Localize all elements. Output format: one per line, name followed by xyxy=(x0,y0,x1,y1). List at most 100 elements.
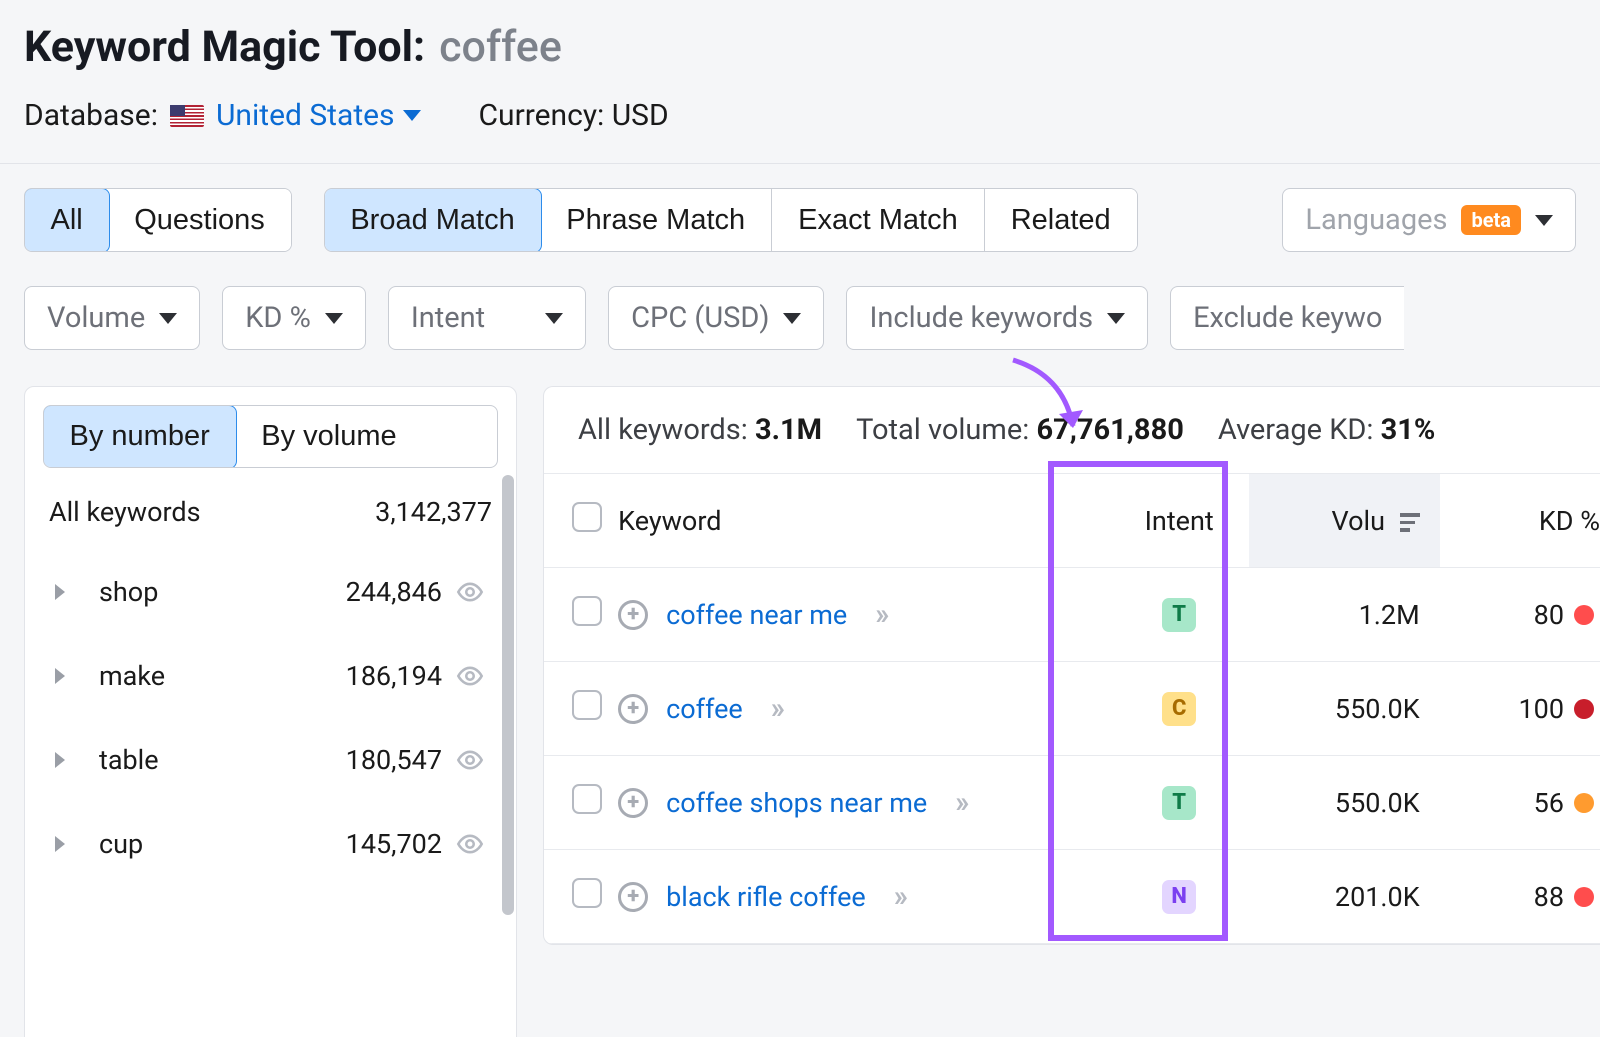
col-kd[interactable]: KD % xyxy=(1440,474,1600,568)
row-checkbox[interactable] xyxy=(572,596,602,626)
keyword-link[interactable]: coffee xyxy=(666,693,743,725)
kd-value: 88 xyxy=(1534,881,1564,913)
filter-kd[interactable]: KD % xyxy=(222,286,366,350)
scrollbar-thumb[interactable] xyxy=(502,475,514,915)
sidebar-item[interactable]: cup 145,702 xyxy=(25,802,516,886)
volume-cell: 550.0K xyxy=(1249,662,1439,756)
select-all-checkbox[interactable] xyxy=(572,502,602,532)
toolbar-row-filters: Volume KD % Intent CPC (USD) Include key… xyxy=(0,252,1600,370)
sort-by-volume[interactable]: By volume xyxy=(235,406,422,467)
tab-broad-match[interactable]: Broad Match xyxy=(324,188,542,252)
chevron-down-icon xyxy=(159,313,177,324)
add-keyword-icon[interactable]: + xyxy=(618,788,648,818)
eye-icon[interactable] xyxy=(456,578,492,606)
tab-exact-match[interactable]: Exact Match xyxy=(772,189,985,251)
tab-phrase-match[interactable]: Phrase Match xyxy=(540,189,772,251)
kd-dot-icon xyxy=(1574,887,1594,907)
keyword-groups-sidebar: By number By volume All keywords 3,142,3… xyxy=(24,386,517,1037)
table-row: + coffee shops near me ›› T 550.0K 56 xyxy=(544,756,1600,850)
currency-label: Currency: USD xyxy=(479,98,669,133)
row-checkbox[interactable] xyxy=(572,878,602,908)
page-title-value: coffee xyxy=(439,22,562,72)
filter-volume[interactable]: Volume xyxy=(24,286,200,350)
volume-cell: 1.2M xyxy=(1249,568,1439,662)
tab-questions[interactable]: Questions xyxy=(108,189,291,251)
group-count: 244,846 xyxy=(346,576,442,608)
tab-all[interactable]: All xyxy=(24,188,110,252)
row-checkbox[interactable] xyxy=(572,690,602,720)
sidebar-item[interactable]: shop 244,846 xyxy=(25,550,516,634)
sort-by-number[interactable]: By number xyxy=(43,405,237,468)
filter-cpc[interactable]: CPC (USD) xyxy=(608,286,824,350)
group-count: 145,702 xyxy=(346,828,442,860)
keyword-link[interactable]: coffee near me xyxy=(666,599,847,631)
chevron-right-icon xyxy=(55,752,65,768)
chevron-down-icon xyxy=(783,313,801,324)
chevron-down-icon xyxy=(403,110,421,121)
open-keyword-icon[interactable]: ›› xyxy=(875,597,885,632)
table-row: + coffee near me ›› T 1.2M 80 xyxy=(544,568,1600,662)
group-name: table xyxy=(99,744,332,776)
open-keyword-icon[interactable]: ›› xyxy=(894,879,904,914)
eye-icon[interactable] xyxy=(456,746,492,774)
all-questions-segment: All Questions xyxy=(24,188,292,252)
page-title-label: Keyword Magic Tool: xyxy=(24,22,425,72)
tab-related[interactable]: Related xyxy=(985,189,1137,251)
languages-label: Languages xyxy=(1305,203,1447,237)
sort-segment: By number By volume xyxy=(43,405,498,468)
filter-intent[interactable]: Intent xyxy=(388,286,586,350)
results-panel: All keywords: 3.1M Total volume: 67,761,… xyxy=(543,386,1600,945)
kd-value: 100 xyxy=(1518,693,1564,725)
languages-dropdown[interactable]: Languages beta xyxy=(1282,188,1576,252)
summary-all-keywords: 3.1M xyxy=(755,413,822,447)
open-keyword-icon[interactable]: ›› xyxy=(955,785,965,820)
filter-exclude[interactable]: Exclude keywo xyxy=(1170,286,1404,350)
summary-total-volume: 67,761,880 xyxy=(1036,413,1183,447)
summary-bar: All keywords: 3.1M Total volume: 67,761,… xyxy=(544,387,1600,473)
add-keyword-icon[interactable]: + xyxy=(618,882,648,912)
intent-badge: N xyxy=(1162,880,1196,914)
intent-badge: T xyxy=(1162,786,1196,820)
col-intent[interactable]: Intent xyxy=(1109,474,1249,568)
add-keyword-icon[interactable]: + xyxy=(618,694,648,724)
chevron-down-icon xyxy=(1535,215,1553,226)
all-keywords-count: 3,142,377 xyxy=(375,496,492,528)
group-count: 180,547 xyxy=(346,744,442,776)
col-keyword[interactable]: Keyword xyxy=(618,474,1109,568)
kd-value: 80 xyxy=(1534,599,1564,631)
chevron-right-icon xyxy=(55,836,65,852)
kd-dot-icon xyxy=(1574,793,1594,813)
col-volume[interactable]: Volu xyxy=(1249,474,1439,568)
eye-icon[interactable] xyxy=(456,830,492,858)
add-keyword-icon[interactable]: + xyxy=(618,600,648,630)
intent-badge: C xyxy=(1162,692,1196,726)
toolbar-row-1: All Questions Broad Match Phrase Match E… xyxy=(0,164,1600,252)
filter-include[interactable]: Include keywords xyxy=(846,286,1148,350)
keyword-link[interactable]: coffee shops near me xyxy=(666,787,927,819)
keyword-table: Keyword Intent Volu KD % + coffee near me… xyxy=(544,473,1600,944)
database-label: Database: xyxy=(24,98,158,133)
intent-badge: T xyxy=(1162,598,1196,632)
keyword-link[interactable]: black rifle coffee xyxy=(666,881,866,913)
row-checkbox[interactable] xyxy=(572,784,602,814)
summary-avg-kd: 31% xyxy=(1381,413,1436,447)
eye-icon[interactable] xyxy=(456,662,492,690)
us-flag-icon xyxy=(170,105,204,127)
kd-dot-icon xyxy=(1574,699,1594,719)
table-row: + coffee ›› C 550.0K 100 xyxy=(544,662,1600,756)
database-selector[interactable]: Database: United States xyxy=(24,98,421,133)
volume-cell: 550.0K xyxy=(1249,756,1439,850)
chevron-down-icon xyxy=(1107,313,1125,324)
chevron-right-icon xyxy=(55,584,65,600)
kd-value: 56 xyxy=(1534,787,1564,819)
database-value: United States xyxy=(216,98,395,133)
chevron-down-icon xyxy=(545,313,563,324)
open-keyword-icon[interactable]: ›› xyxy=(771,691,781,726)
group-name: shop xyxy=(99,576,332,608)
beta-badge: beta xyxy=(1461,205,1521,235)
sidebar-item[interactable]: make186,194 xyxy=(25,634,516,718)
group-count: 186,194 xyxy=(346,660,442,692)
chevron-right-icon xyxy=(55,668,65,684)
sidebar-item[interactable]: table 180,547 xyxy=(25,718,516,802)
group-name: cup xyxy=(99,828,332,860)
